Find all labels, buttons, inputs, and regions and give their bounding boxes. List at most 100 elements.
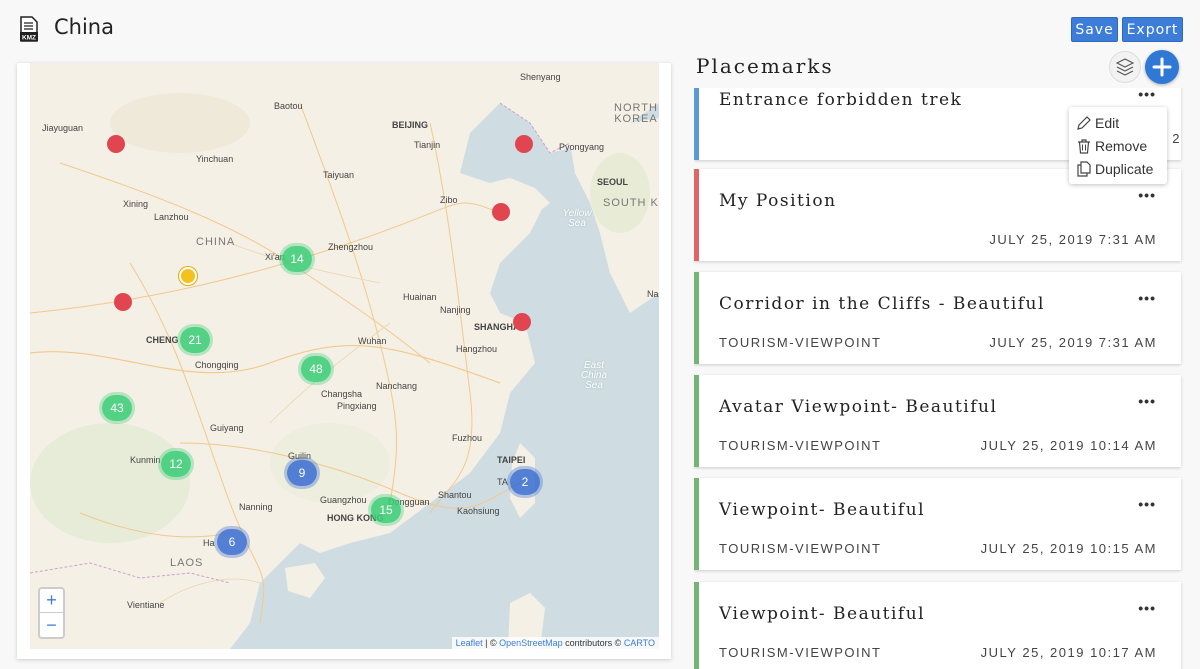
- zoom-in-button[interactable]: +: [40, 589, 63, 613]
- city-label: Shantou: [438, 490, 472, 500]
- city-label: Huainan: [403, 292, 437, 302]
- marker-cluster[interactable]: 2: [510, 469, 540, 495]
- marker-cluster[interactable]: 6: [217, 529, 247, 555]
- city-label: TAIPEI: [497, 455, 526, 465]
- marker-cluster[interactable]: 14: [282, 246, 312, 272]
- city-label: Nanning: [239, 502, 273, 512]
- placemark-name: Viewpoint- Beautiful: [719, 604, 926, 624]
- city-label: Fuzhou: [452, 433, 483, 443]
- country-label-north-korea: NORTH KOREA: [614, 102, 658, 125]
- placemark-card[interactable]: Viewpoint- Beautiful ••• TOURISM-VIEWPOI…: [694, 582, 1181, 669]
- layers-icon: [1116, 58, 1134, 76]
- city-label: Zhengzhou: [328, 242, 374, 252]
- city-label: Pingxiang: [337, 401, 377, 411]
- city-label: BEIJING: [392, 120, 429, 130]
- marker-cluster[interactable]: 48: [301, 356, 331, 382]
- city-label: SEOUL: [597, 177, 629, 187]
- osm-link[interactable]: OpenStreetMap: [499, 638, 563, 648]
- more-options-button[interactable]: •••: [1138, 187, 1156, 203]
- page-title: China: [54, 15, 114, 39]
- placemark-pin[interactable]: [107, 135, 125, 153]
- marker-cluster[interactable]: 15: [371, 497, 401, 523]
- placemark-tag: TOURISM-VIEWPOINT: [719, 541, 882, 556]
- city-label: Nanjing: [440, 305, 471, 315]
- city-label: TA: [497, 477, 508, 487]
- city-label: Kaohsiung: [457, 506, 500, 516]
- city-label: Vientiane: [127, 600, 165, 610]
- placemark-pin[interactable]: [114, 293, 132, 311]
- city-label: Shenyang: [520, 72, 561, 82]
- carto-link[interactable]: CARTO: [624, 638, 655, 648]
- copy-icon: [1077, 161, 1091, 177]
- placemark-context-menu: Edit Remove Duplicate: [1069, 107, 1167, 184]
- kmz-badge-label: KMZ: [22, 35, 36, 42]
- city-label: Kunmin: [130, 455, 161, 465]
- placemark-card[interactable]: Corridor in the Cliffs - Beautiful ••• T…: [694, 272, 1181, 364]
- placemark-name: Avatar Viewpoint- Beautiful: [719, 397, 998, 417]
- placemark-pin[interactable]: [513, 313, 531, 331]
- kmz-file-icon: KMZ: [20, 16, 38, 42]
- placemark-name: Viewpoint- Beautiful: [719, 500, 926, 520]
- placemark-tag: TOURISM-VIEWPOINT: [719, 438, 882, 453]
- map-card: NORTHKOREA SOUTH KO CHINA LAOS Yellow Se…: [17, 63, 671, 659]
- placemark-tag: TOURISM-VIEWPOINT: [719, 335, 882, 350]
- city-label: Tianjin: [414, 140, 441, 150]
- placemark-card[interactable]: Viewpoint- Beautiful ••• TOURISM-VIEWPOI…: [694, 478, 1181, 570]
- country-label-china: CHINA: [196, 236, 236, 248]
- sea-label-yellow: Yellow Sea: [562, 208, 592, 229]
- more-options-button[interactable]: •••: [1138, 600, 1156, 616]
- more-options-button[interactable]: •••: [1138, 88, 1156, 102]
- city-label: Ha: [203, 538, 215, 548]
- marker-cluster[interactable]: 43: [102, 395, 132, 421]
- marker-cluster[interactable]: 12: [161, 451, 191, 477]
- plus-icon: [1152, 57, 1172, 77]
- menu-remove[interactable]: Remove: [1076, 136, 1147, 156]
- placemark-date: JULY 25, 2019 10:14 AM: [980, 438, 1157, 453]
- country-label-laos: LAOS: [170, 557, 204, 569]
- viewpoint-pin[interactable]: [179, 267, 197, 285]
- city-label: Zibo: [440, 195, 458, 205]
- save-button[interactable]: Save: [1071, 17, 1118, 42]
- placemark-date: JULY 25, 2019 10:17 AM: [980, 645, 1157, 660]
- sea-label-east-china: East China Sea: [580, 360, 608, 391]
- placemark-pin[interactable]: [515, 135, 533, 153]
- pencil-icon: [1077, 116, 1091, 130]
- more-options-button[interactable]: •••: [1138, 496, 1156, 512]
- layers-button[interactable]: [1109, 51, 1141, 83]
- city-label: Nanchang: [376, 381, 418, 391]
- add-placemark-button[interactable]: [1145, 50, 1179, 84]
- more-options-button[interactable]: •••: [1138, 393, 1156, 409]
- leaflet-link[interactable]: Leaflet: [456, 638, 483, 648]
- marker-cluster[interactable]: 9: [287, 460, 317, 486]
- city-label: Guangzhou: [320, 495, 367, 505]
- city-label: CHENG: [146, 335, 179, 345]
- placemark-name: My Position: [719, 191, 837, 211]
- city-label: Lanzhou: [154, 212, 189, 222]
- city-label: Pyongyang: [559, 142, 605, 152]
- placemark-name: Corridor in the Cliffs - Beautiful: [719, 294, 1045, 314]
- zoom-out-button[interactable]: −: [40, 613, 63, 637]
- export-button[interactable]: Export: [1122, 17, 1183, 42]
- placemark-date: JULY 25, 2019 7:31 AM: [989, 232, 1157, 247]
- menu-duplicate[interactable]: Duplicate: [1076, 159, 1153, 179]
- city-label: Taiyuan: [323, 170, 355, 180]
- city-label: Yinchuan: [196, 154, 234, 164]
- map-attribution: Leaflet | © OpenStreetMap contributors ©…: [451, 637, 659, 649]
- city-label: Hangzhou: [456, 344, 498, 354]
- placemark-card[interactable]: Avatar Viewpoint- Beautiful ••• TOURISM-…: [694, 375, 1181, 467]
- map-view[interactable]: NORTHKOREA SOUTH KO CHINA LAOS Yellow Se…: [30, 63, 659, 649]
- city-label: Na: [647, 289, 659, 299]
- zoom-control: + −: [38, 587, 65, 639]
- placemark-name: Entrance forbidden trek: [719, 90, 963, 110]
- placemark-date: JULY 25, 2019 10:15 AM: [980, 541, 1157, 556]
- city-label: Jiayuguan: [42, 123, 84, 133]
- trash-icon: [1078, 139, 1090, 154]
- placemark-tag: TOURISM-VIEWPOINT: [719, 645, 882, 660]
- city-label: Wuhan: [358, 336, 387, 346]
- marker-cluster[interactable]: 21: [180, 327, 210, 353]
- city-label: Changsha: [321, 389, 363, 399]
- placemark-pin[interactable]: [492, 203, 510, 221]
- more-options-button[interactable]: •••: [1138, 290, 1156, 306]
- placemarks-title: Placemarks: [696, 54, 834, 78]
- menu-edit[interactable]: Edit: [1076, 113, 1119, 133]
